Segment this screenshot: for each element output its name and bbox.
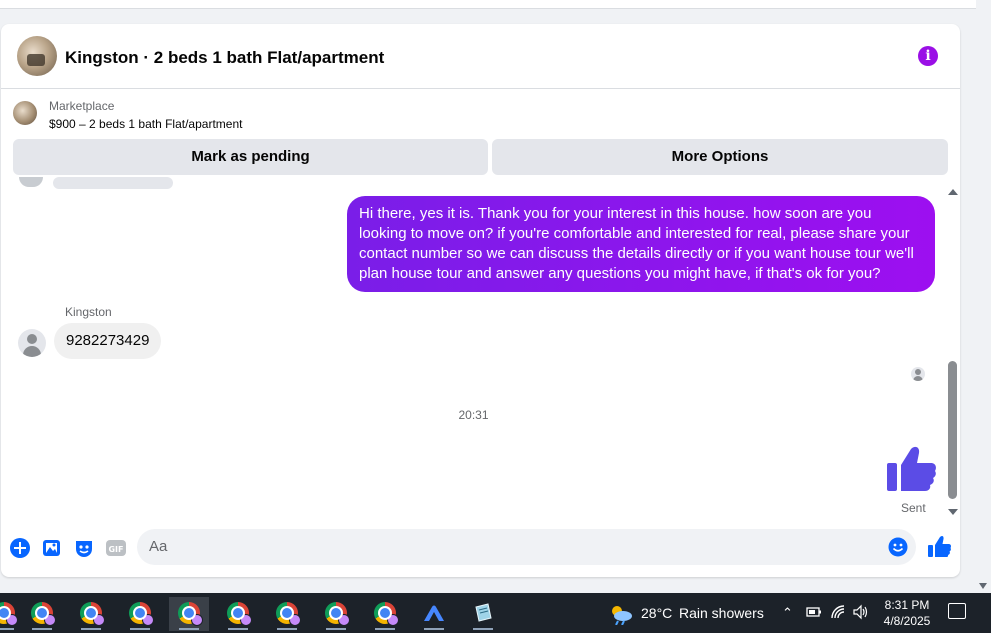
vpn-icon <box>424 605 444 621</box>
temperature[interactable]: 28°C <box>641 605 672 621</box>
chat-window: Kingston · 2 beds 1 bath Flat/apartment … <box>1 24 960 577</box>
taskbar-chrome-profile-7[interactable] <box>267 597 307 631</box>
scrollbar-thumb[interactable] <box>948 361 957 499</box>
volume-icon[interactable] <box>852 604 870 620</box>
clock-date: 4/8/2025 <box>883 614 931 628</box>
notification-center-icon[interactable] <box>948 603 966 619</box>
chevron-up-icon[interactable]: ⌃ <box>782 605 793 621</box>
taskbar-chrome-profile-2[interactable] <box>22 597 62 631</box>
photo-icon[interactable] <box>41 537 63 559</box>
page-scrollbar[interactable] <box>976 0 991 593</box>
thumbs-up-sticker-icon[interactable] <box>885 443 937 495</box>
listing-price-title[interactable]: $900 – 2 beds 1 bath Flat/apartment <box>49 117 242 131</box>
message-input[interactable]: Aa <box>137 529 916 565</box>
taskbar-chrome-profile-3[interactable] <box>71 597 111 631</box>
taskbar-chrome-profile-5[interactable] <box>169 597 209 631</box>
sticker-icon[interactable] <box>73 537 95 559</box>
taskbar-chrome-profile-8[interactable] <box>316 597 356 631</box>
emoji-icon[interactable] <box>888 537 908 557</box>
taskbar-chrome-profile-9[interactable] <box>365 597 405 631</box>
scroll-up-arrow-icon[interactable] <box>948 189 958 195</box>
outgoing-message[interactable]: Hi there, yes it is. Thank you for your … <box>347 196 935 292</box>
conversation-title[interactable]: Kingston · 2 beds 1 bath Flat/apartment <box>65 48 384 68</box>
weather-condition[interactable]: Rain showers <box>679 605 764 621</box>
notes-icon <box>475 603 492 622</box>
message-input-placeholder: Aa <box>149 538 168 555</box>
taskbar-notes-app[interactable] <box>463 597 503 631</box>
marketplace-label: Marketplace <box>49 99 115 113</box>
sent-status: Sent <box>901 501 926 515</box>
sender-avatar[interactable] <box>18 329 46 357</box>
listing-thumbnail[interactable] <box>13 101 37 125</box>
more-options-button[interactable]: More Options <box>492 139 948 175</box>
top-strip <box>0 0 976 9</box>
like-send-icon[interactable] <box>927 535 951 559</box>
wifi-icon[interactable] <box>830 604 846 620</box>
partial-avatar <box>19 177 43 187</box>
info-icon[interactable]: i <box>918 46 938 66</box>
gif-icon[interactable]: GIF <box>105 537 127 559</box>
chat-header: Kingston · 2 beds 1 bath Flat/apartment … <box>1 24 960 89</box>
add-icon[interactable] <box>9 537 31 559</box>
system-clock[interactable]: 8:31 PM 4/8/2025 <box>876 597 938 629</box>
message-scrollbar[interactable] <box>946 185 960 525</box>
listing-avatar[interactable] <box>17 36 57 76</box>
rain-showers-icon[interactable] <box>608 603 634 625</box>
composer-bar: GIF Aa <box>1 525 960 577</box>
scroll-down-arrow-icon[interactable] <box>979 583 987 589</box>
marketplace-panel: Marketplace $900 – 2 beds 1 bath Flat/ap… <box>1 89 960 184</box>
svg-text:GIF: GIF <box>108 545 123 554</box>
taskbar-chrome-profile-4[interactable] <box>120 597 160 631</box>
message-timestamp: 20:31 <box>458 408 489 422</box>
incoming-message[interactable]: 9282273429 <box>54 323 162 359</box>
mark-as-pending-button[interactable]: Mark as pending <box>13 139 488 175</box>
sender-name: Kingston <box>65 305 112 319</box>
taskbar-vpn-app[interactable] <box>414 597 454 631</box>
windows-taskbar: 28°C Rain showers ⌃ 8:31 PM 4/8/2025 <box>0 593 991 633</box>
partial-message-bubble <box>53 177 173 189</box>
taskbar-chrome-profile-1[interactable] <box>0 597 24 631</box>
message-list: Hi there, yes it is. Thank you for your … <box>1 177 960 525</box>
battery-icon[interactable] <box>806 606 822 618</box>
taskbar-chrome-profile-6[interactable] <box>218 597 258 631</box>
scroll-down-arrow-icon[interactable] <box>948 509 958 515</box>
seen-avatar-icon <box>911 367 925 381</box>
clock-time: 8:31 PM <box>884 598 930 612</box>
